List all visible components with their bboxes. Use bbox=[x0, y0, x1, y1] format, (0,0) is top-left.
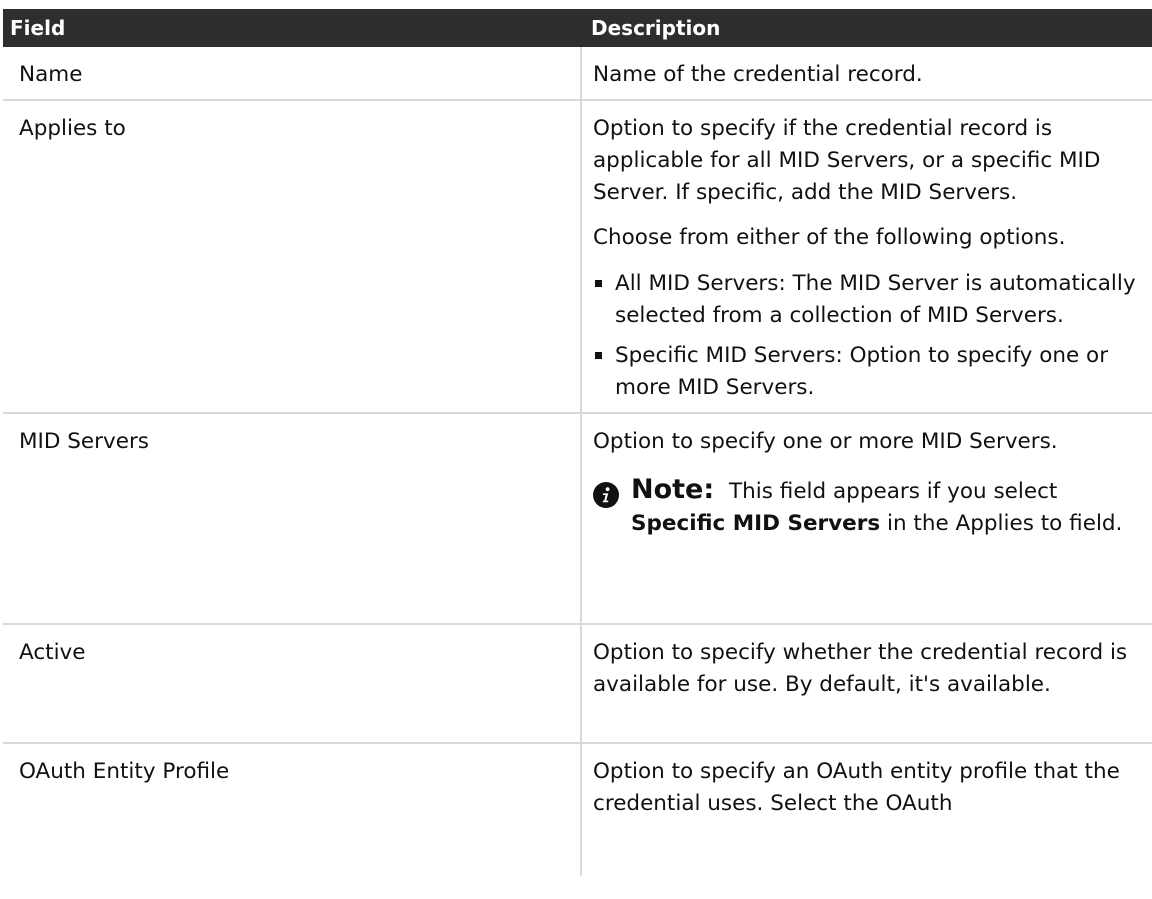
option-list: All MID Servers: The MID Server is autom… bbox=[593, 268, 1152, 404]
field-description-table: Field Description Name Name of the crede… bbox=[3, 9, 1152, 876]
list-item: All MID Servers: The MID Server is autom… bbox=[593, 268, 1152, 332]
info-icon bbox=[593, 482, 619, 508]
description-text: Name of the credential record. bbox=[593, 62, 923, 87]
table-row: Name Name of the credential record. bbox=[3, 47, 1152, 101]
table-row: Applies to Option to specify if the cred… bbox=[3, 100, 1152, 414]
table-row: MID Servers Option to specify one or mor… bbox=[3, 413, 1152, 625]
column-header-description: Description bbox=[581, 9, 1152, 47]
description-text: Option to specify if the credential reco… bbox=[593, 116, 1101, 205]
field-cell: Active bbox=[3, 624, 582, 744]
bullet-icon bbox=[595, 280, 602, 287]
list-item: Specific MID Servers: Option to specify … bbox=[593, 340, 1152, 404]
note-label: Note: bbox=[631, 474, 715, 505]
table-header-row: Field Description bbox=[3, 9, 1152, 47]
field-cell: Name bbox=[3, 47, 582, 101]
table-row: Active Option to specify whether the cre… bbox=[3, 624, 1152, 744]
description-text: Choose from either of the following opti… bbox=[593, 225, 1066, 250]
note-callout: Note: This field appears if you select S… bbox=[593, 474, 1152, 540]
ui-term: Specific MID Servers bbox=[631, 511, 881, 536]
table-row: OAuth Entity Profile Option to specify a… bbox=[3, 743, 1152, 876]
description-text: Option to specify one or more MID Server… bbox=[593, 429, 1058, 454]
description-cell: Option to specify one or more MID Server… bbox=[581, 413, 1152, 625]
description-text: Option to specify an OAuth entity profil… bbox=[593, 759, 1120, 816]
column-header-field: Field bbox=[3, 9, 581, 47]
field-cell: OAuth Entity Profile bbox=[3, 743, 582, 876]
list-item-text: Specific MID Servers: Option to specify … bbox=[615, 343, 1109, 400]
list-item-text: All MID Servers: The MID Server is autom… bbox=[615, 271, 1136, 328]
note-text: This field appears if you select bbox=[729, 479, 1058, 504]
description-text: Option to specify whether the credential… bbox=[593, 640, 1128, 697]
description-cell: Option to specify an OAuth entity profil… bbox=[581, 743, 1152, 876]
field-cell: MID Servers bbox=[3, 413, 582, 625]
note-text: in the Applies to field. bbox=[886, 511, 1123, 536]
field-cell: Applies to bbox=[3, 100, 582, 414]
bullet-icon bbox=[595, 352, 602, 359]
description-cell: Name of the credential record. bbox=[581, 47, 1152, 101]
description-cell: Option to specify if the credential reco… bbox=[581, 100, 1152, 414]
description-cell: Option to specify whether the credential… bbox=[581, 624, 1152, 744]
